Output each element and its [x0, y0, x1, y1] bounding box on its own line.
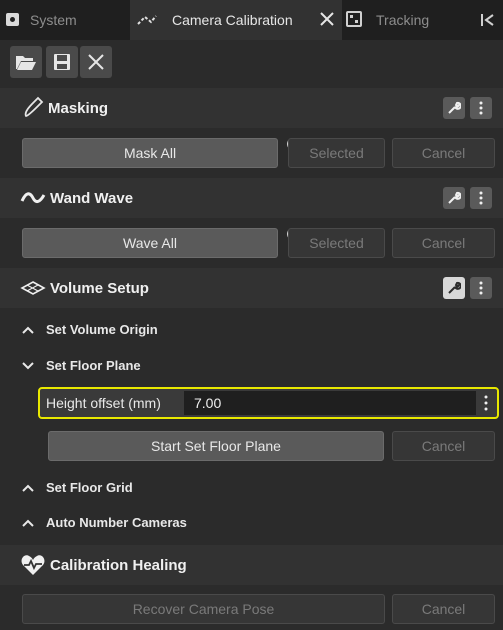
wave-selected-button[interactable]: Selected: [288, 228, 385, 258]
set-floor-grid-header[interactable]: Set Floor Grid: [0, 470, 503, 504]
wand-wave-settings-button[interactable]: [443, 187, 465, 209]
wand-wave-actions: Wave All i Selected i Cancel: [0, 218, 503, 266]
collapse-panel-icon[interactable]: [478, 12, 498, 28]
tab-system[interactable]: System: [0, 0, 130, 40]
wand-wave-section-header[interactable]: Wand Wave: [0, 178, 503, 218]
calibration-healing-title: Calibration Healing: [50, 556, 187, 574]
tab-camera-calibration[interactable]: Camera Calibration: [130, 0, 342, 40]
wrench-icon: [448, 281, 461, 294]
tab-tracking-label: Tracking: [376, 12, 430, 28]
set-volume-origin-header[interactable]: Set Volume Origin: [0, 312, 503, 346]
healing-cancel-button[interactable]: Cancel: [392, 594, 495, 624]
tab-bar: System Camera Calibration Tracking: [0, 0, 503, 40]
height-offset-input[interactable]: 7.00: [184, 391, 476, 415]
heartbeat-icon: [20, 553, 46, 580]
more-vertical-icon: [479, 101, 483, 115]
calibration-healing-section-header[interactable]: Calibration Healing: [0, 545, 503, 585]
tab-tracking[interactable]: Tracking: [342, 0, 462, 40]
mask-selected-button[interactable]: Selected: [288, 138, 385, 168]
chevron-up-icon: [22, 481, 34, 496]
chevron-up-icon: [22, 323, 34, 338]
toolbar: [0, 40, 503, 88]
set-floor-plane-label: Set Floor Plane: [46, 357, 141, 373]
masking-icon: [22, 96, 44, 123]
more-vertical-icon: [479, 281, 483, 295]
wave-cancel-button[interactable]: Cancel: [392, 228, 495, 258]
floor-plane-cancel-button[interactable]: Cancel: [392, 431, 495, 461]
save-icon: [54, 54, 70, 70]
masking-more-button[interactable]: [470, 97, 492, 119]
wand-wave-title: Wand Wave: [50, 189, 134, 207]
start-set-floor-plane-button[interactable]: Start Set Floor Plane: [48, 431, 384, 461]
volume-setup-section-header[interactable]: Volume Setup: [0, 268, 503, 308]
volume-icon: [20, 280, 46, 299]
chevron-up-icon: [22, 516, 34, 531]
wand-icon: [136, 10, 158, 33]
clear-button[interactable]: [80, 46, 112, 78]
volume-setup-settings-button[interactable]: [443, 277, 465, 299]
wave-all-button[interactable]: Wave All: [22, 228, 278, 258]
height-offset-value: 7.00: [194, 395, 222, 411]
masking-title: Masking: [48, 99, 109, 117]
mask-cancel-button[interactable]: Cancel: [392, 138, 495, 168]
folder-open-icon: [16, 56, 36, 70]
height-offset-field: Height offset (mm) 7.00: [38, 387, 499, 419]
close-icon: [88, 54, 104, 70]
auto-number-cameras-label: Auto Number Cameras: [46, 514, 187, 530]
wand-wave-more-button[interactable]: [470, 187, 492, 209]
auto-number-cameras-header[interactable]: Auto Number Cameras: [0, 505, 503, 539]
wrench-icon: [448, 101, 461, 114]
save-button[interactable]: [46, 46, 78, 78]
mask-all-button[interactable]: Mask All: [22, 138, 278, 168]
masking-settings-button[interactable]: [443, 97, 465, 119]
masking-actions: Mask All i Selected i Cancel: [0, 128, 503, 174]
tab-system-label: System: [30, 12, 77, 28]
set-floor-plane-header[interactable]: Set Floor Plane: [0, 348, 503, 382]
height-offset-more-icon[interactable]: [484, 395, 488, 414]
wand-wave-icon: [20, 190, 46, 209]
open-folder-button[interactable]: [10, 46, 42, 78]
chevron-down-icon: [22, 359, 34, 374]
set-floor-grid-label: Set Floor Grid: [46, 479, 133, 495]
masking-section-header[interactable]: Masking: [0, 88, 503, 128]
floor-plane-actions: Start Set Floor Plane i Cancel: [0, 422, 503, 466]
tab-camera-calibration-label: Camera Calibration: [172, 12, 293, 28]
volume-setup-title: Volume Setup: [50, 279, 149, 297]
more-vertical-icon: [479, 191, 483, 205]
calibration-healing-actions: i Recover Camera Pose i Cancel: [0, 586, 503, 630]
set-volume-origin-label: Set Volume Origin: [46, 321, 158, 337]
close-tab-icon[interactable]: [318, 10, 336, 31]
wrench-icon: [448, 191, 461, 204]
tracking-icon: [346, 11, 362, 27]
recover-camera-pose-button[interactable]: Recover Camera Pose: [22, 594, 385, 624]
height-offset-label: Height offset (mm): [46, 395, 161, 411]
volume-setup-more-button[interactable]: [470, 277, 492, 299]
